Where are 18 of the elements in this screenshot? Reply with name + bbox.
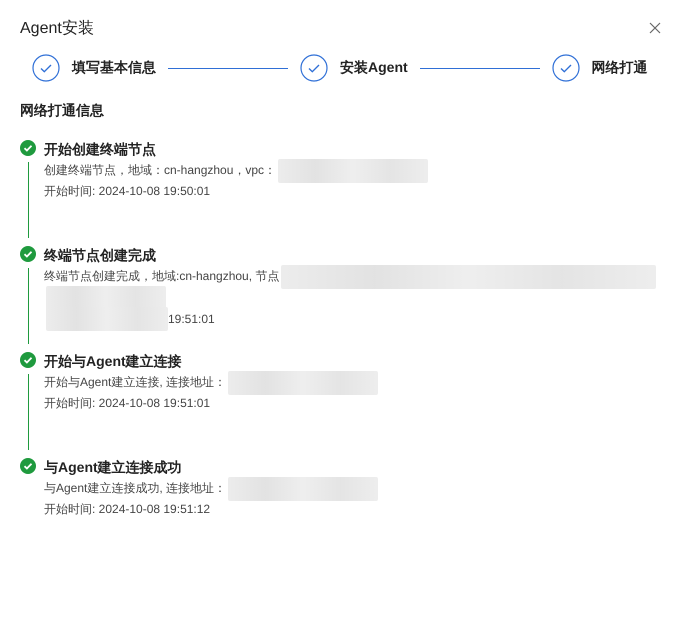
event-detail: 创建终端节点，地域：cn-hangzhou，vpc： <box>44 162 276 179</box>
event-detail: 终端节点创建完成，地域:cn-hangzhou, 节点 <box>44 268 280 285</box>
event-title: 开始与Agent建立连接 <box>44 352 183 371</box>
event-detail: 开始时间: 2024-10-08 19:50:01 <box>44 183 210 200</box>
event-title: 与Agent建立连接成功 <box>44 458 183 477</box>
section-title: 网络打通信息 <box>20 102 105 120</box>
event-detail: 与Agent建立连接成功, 连接地址： <box>44 480 226 497</box>
event-detail: 开始时间: 2024-10-08 19:51:12 <box>44 501 210 518</box>
dialog-title: Agent安装 <box>20 18 94 38</box>
step-label: 安装Agent <box>340 59 408 77</box>
step-label: 填写基本信息 <box>72 59 156 77</box>
event-title: 开始创建终端节点 <box>44 140 157 159</box>
event-detail: 开始时间: 2024-10-08 19:51:01 <box>44 395 210 412</box>
event-detail: 开始与Agent建立连接, 连接地址： <box>44 374 226 391</box>
step-label: 网络打通 <box>592 59 648 77</box>
close-icon[interactable] <box>649 22 661 34</box>
event-title: 终端节点创建完成 <box>44 246 157 265</box>
event-detail: 19:51:01 <box>168 312 215 326</box>
